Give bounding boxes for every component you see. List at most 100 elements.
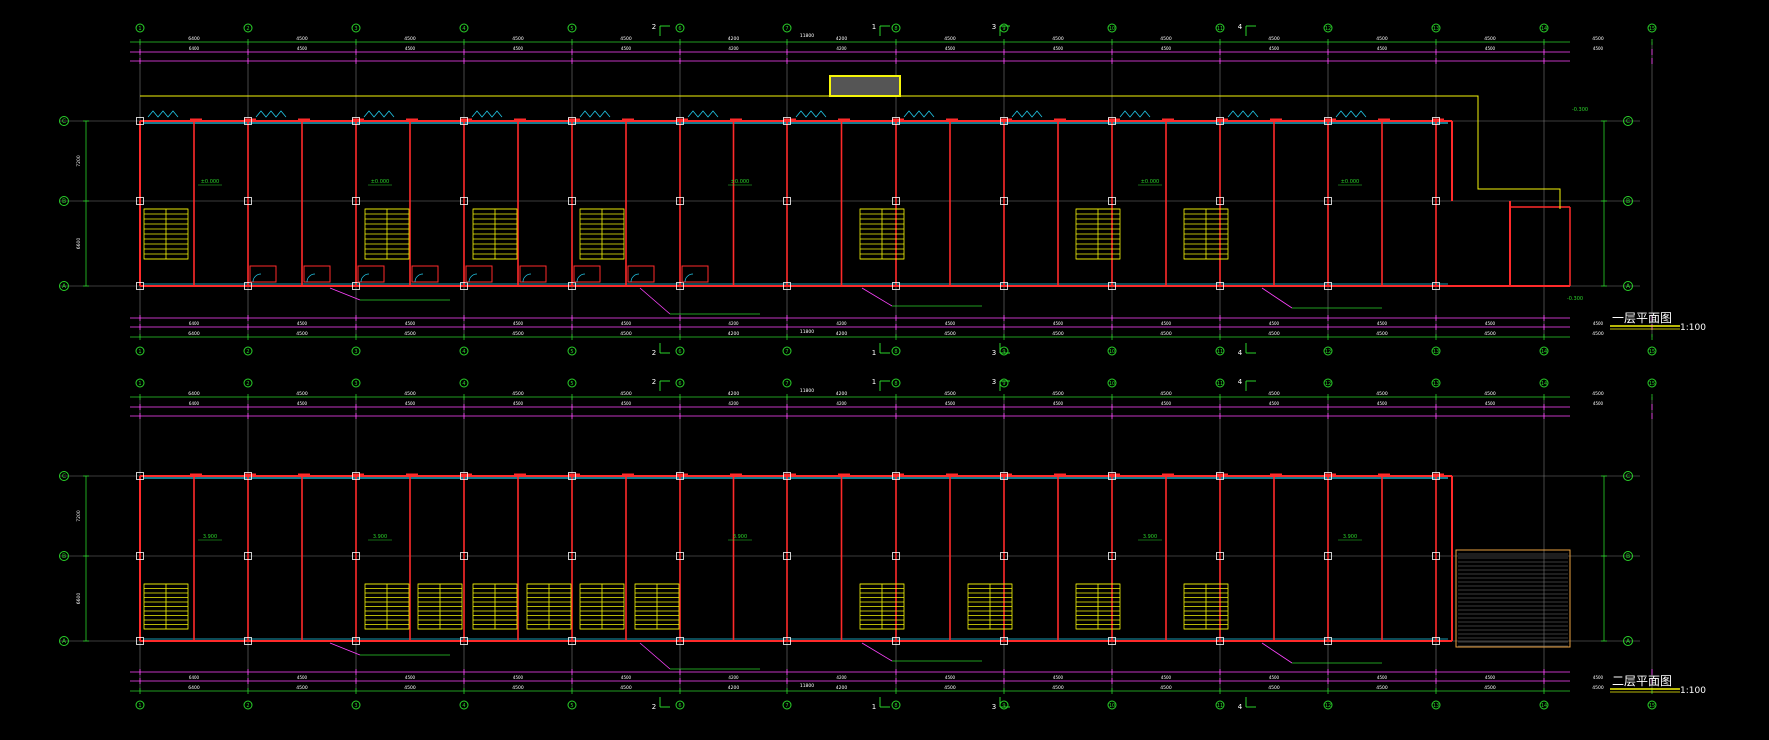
dimension-text: 4500 bbox=[1377, 675, 1388, 680]
dimension-text: 4500 bbox=[944, 685, 956, 691]
axis-number-label: 13 bbox=[1433, 381, 1439, 387]
dimension-text: 7200 bbox=[76, 155, 82, 167]
dimension-text: 4500 bbox=[621, 321, 632, 326]
dimension-text: 4500 bbox=[1377, 401, 1388, 406]
dimension-text: 4500 bbox=[296, 331, 308, 337]
dimension-text: 4500 bbox=[513, 401, 524, 406]
plan-scale-first-floor: 1:100 bbox=[1680, 323, 1706, 333]
level-marker-text: ±0.000 bbox=[1341, 179, 1360, 185]
dimension-text: 4200 bbox=[728, 331, 740, 337]
axis-number-label: 5 bbox=[570, 26, 573, 32]
dimension-text: 4500 bbox=[621, 401, 632, 406]
level-marker-text: -0.300 bbox=[1567, 296, 1583, 302]
dimension-text: 4500 bbox=[404, 685, 416, 691]
axis-number-label: 7 bbox=[785, 349, 788, 355]
dimension-text: 4500 bbox=[1593, 46, 1604, 51]
dimension-text: 4500 bbox=[1377, 321, 1388, 326]
dimension-text: 4500 bbox=[296, 36, 308, 42]
dimension-text: 4500 bbox=[1269, 675, 1280, 680]
axis-number-label: 14 bbox=[1541, 26, 1547, 32]
axis-number-label: 4 bbox=[462, 381, 465, 387]
dimension-text: 4500 bbox=[1160, 685, 1172, 691]
section-mark-number: 1 bbox=[872, 349, 876, 357]
dimension-text: 4500 bbox=[1052, 36, 1064, 42]
dimension-text: 6400 bbox=[189, 401, 200, 406]
section-mark-number: 1 bbox=[872, 23, 876, 31]
dimension-text: 4500 bbox=[1160, 36, 1172, 42]
axis-number-label: 1 bbox=[138, 26, 141, 32]
axis-number-label: 10 bbox=[1109, 349, 1115, 355]
dimension-text: 4500 bbox=[944, 331, 956, 337]
section-mark-number: 3 bbox=[992, 349, 996, 357]
plan-scale-second-floor: 1:100 bbox=[1680, 686, 1706, 696]
floor-plan-drawing: 1122334455667788991010111112121313141415… bbox=[0, 0, 1769, 740]
dimension-text: 4500 bbox=[1268, 331, 1280, 337]
axis-number-label: 6 bbox=[678, 349, 681, 355]
axis-number-label: 7 bbox=[785, 703, 788, 709]
dimension-text: 4200 bbox=[728, 46, 739, 51]
dimension-text: 4500 bbox=[1485, 321, 1496, 326]
section-mark-number: 2 bbox=[652, 349, 656, 357]
axis-number-label: 9 bbox=[1002, 349, 1005, 355]
axis-letter-label: B bbox=[62, 198, 66, 205]
axis-number-label: 5 bbox=[570, 703, 573, 709]
dimension-text: 4500 bbox=[945, 401, 956, 406]
dimension-text: 4500 bbox=[620, 36, 632, 42]
level-marker-text: ±0.000 bbox=[371, 179, 390, 185]
axis-letter-label: C bbox=[1626, 118, 1630, 125]
axis-number-label: 4 bbox=[462, 349, 465, 355]
level-marker-text: 3.900 bbox=[1343, 534, 1357, 540]
axis-number-label: 2 bbox=[246, 381, 249, 387]
axis-letter-label: C bbox=[1626, 473, 1630, 480]
section-mark-number: 4 bbox=[1238, 349, 1243, 357]
dimension-text: 6400 bbox=[189, 46, 200, 51]
axis-letter-label: B bbox=[1626, 198, 1630, 205]
axis-number-label: 2 bbox=[246, 349, 249, 355]
axis-number-label: 6 bbox=[678, 703, 681, 709]
axis-number-label: 14 bbox=[1541, 381, 1547, 387]
dimension-text: 4500 bbox=[297, 46, 308, 51]
dimension-total-text: 11800 bbox=[800, 388, 814, 394]
axis-number-label: 1 bbox=[138, 703, 141, 709]
axis-letter-label: B bbox=[1626, 553, 1630, 560]
dimension-text: 4500 bbox=[1593, 675, 1604, 680]
axis-number-label: 7 bbox=[785, 381, 788, 387]
dimension-text: 4200 bbox=[728, 401, 739, 406]
axis-number-label: 3 bbox=[354, 349, 357, 355]
dimension-text: 4500 bbox=[1484, 391, 1496, 397]
dimension-text: 4500 bbox=[512, 331, 524, 337]
plan-title-second-floor: 二层平面图 bbox=[1612, 674, 1672, 688]
level-marker-text: -0.300 bbox=[1572, 107, 1588, 113]
axis-number-label: 3 bbox=[354, 26, 357, 32]
dimension-text: 4500 bbox=[297, 321, 308, 326]
dimension-text: 4500 bbox=[1161, 46, 1172, 51]
section-mark-number: 3 bbox=[992, 703, 996, 711]
dimension-text: 4500 bbox=[1376, 685, 1388, 691]
axis-number-label: 8 bbox=[894, 381, 897, 387]
dimension-text: 4200 bbox=[836, 391, 848, 397]
dimension-text: 4500 bbox=[404, 36, 416, 42]
axis-number-label: 1 bbox=[138, 349, 141, 355]
dimension-text: 4200 bbox=[728, 321, 739, 326]
dimension-text: 4500 bbox=[1484, 36, 1496, 42]
dimension-text: 4500 bbox=[513, 675, 524, 680]
section-mark-number: 3 bbox=[992, 23, 996, 31]
dimension-text: 4500 bbox=[1160, 331, 1172, 337]
section-mark-number: 3 bbox=[992, 378, 996, 386]
dimension-text: 4500 bbox=[1592, 36, 1604, 42]
axis-number-label: 10 bbox=[1109, 381, 1115, 387]
dimension-text: 4500 bbox=[1052, 685, 1064, 691]
entrance-canopy bbox=[829, 75, 901, 97]
dimension-text: 4500 bbox=[1052, 391, 1064, 397]
dimension-text: 4500 bbox=[1053, 46, 1064, 51]
axis-number-label: 10 bbox=[1109, 703, 1115, 709]
dimension-text: 6400 bbox=[188, 36, 200, 42]
dimension-total-text: 11800 bbox=[800, 33, 814, 39]
dimension-text: 4500 bbox=[296, 685, 308, 691]
dimension-text: 4500 bbox=[1485, 46, 1496, 51]
dimension-text: 4500 bbox=[944, 391, 956, 397]
axis-number-label: 15 bbox=[1649, 703, 1655, 709]
level-marker-text: 3.900 bbox=[203, 534, 217, 540]
dimension-text: 4200 bbox=[836, 46, 847, 51]
dimension-text: 4500 bbox=[1592, 331, 1604, 337]
